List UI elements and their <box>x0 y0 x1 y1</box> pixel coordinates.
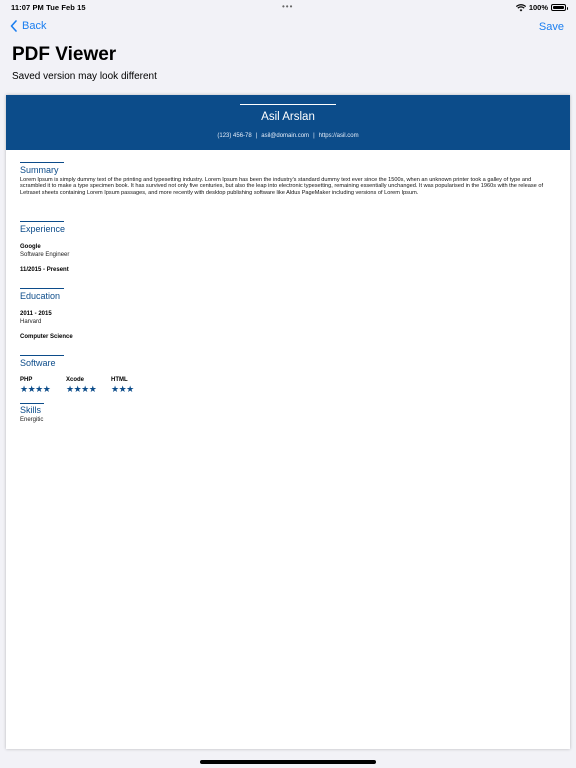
software-item-xcode: Xcode ★★★★ <box>66 377 97 395</box>
software-name: Xcode <box>66 377 85 383</box>
software-rule <box>20 355 64 356</box>
wifi-icon <box>515 3 526 11</box>
summary-title: Summary <box>20 165 59 175</box>
experience-dates: 11/2015 - Present <box>20 267 69 273</box>
software-item-html: HTML ★★★ <box>111 377 134 395</box>
status-time: 11:07 PM Tue Feb 15 <box>11 3 86 12</box>
back-button[interactable]: Back <box>10 20 46 32</box>
software-name: HTML <box>111 377 128 383</box>
star-rating-icon: ★★★★ <box>20 384 51 394</box>
experience-role: Software Engineer <box>20 252 70 258</box>
software-name: PHP <box>20 377 33 383</box>
education-school: Harvard <box>20 319 42 325</box>
experience-company: Google <box>20 244 41 250</box>
page-subtitle: Saved version may look different <box>12 71 157 82</box>
resume-phone: (123) 456-78 <box>217 133 252 139</box>
star-rating-icon: ★★★ <box>111 384 134 394</box>
resume-contacts: (123) 456-78 | asil@domain.com | https://asi… <box>217 133 359 139</box>
summary-text: Lorem Ipsum is simply dummy text of the … <box>20 177 543 196</box>
skills-rule <box>20 403 44 404</box>
chevron-left-icon <box>10 20 17 32</box>
resume-name: Asil Arslan <box>261 111 315 123</box>
experience-title: Experience <box>20 224 66 234</box>
software-item-php: PHP ★★★★ <box>20 377 51 395</box>
back-label: Back <box>22 20 47 32</box>
status-right: 100% <box>515 3 568 12</box>
education-rule <box>20 288 64 289</box>
pdf-document[interactable]: Asil Arslan (123) 456-78 | asil@domain.com… <box>6 95 570 749</box>
header-divider <box>240 104 336 105</box>
education-title: Education <box>20 291 61 301</box>
education-field: Computer Science <box>20 334 73 340</box>
save-button[interactable]: Save <box>539 21 564 33</box>
resume-website: https://asil.com <box>318 133 359 139</box>
home-indicator[interactable] <box>200 760 376 764</box>
skills-title: Skills <box>20 405 42 415</box>
battery-icon <box>551 4 568 11</box>
status-bar: 11:07 PM Tue Feb 15 ••• 100% <box>0 0 576 16</box>
skills-text: Energitic <box>20 417 44 423</box>
battery-percent: 100% <box>528 3 548 12</box>
summary-rule <box>20 162 64 163</box>
multitasking-dots-icon[interactable]: ••• <box>282 2 293 11</box>
resume-email: asil@domain.com <box>261 133 310 139</box>
experience-rule <box>20 221 64 222</box>
page-title: PDF Viewer <box>12 44 117 65</box>
star-rating-icon: ★★★★ <box>66 384 97 394</box>
education-dates: 2011 - 2015 <box>20 311 52 317</box>
resume-header: Asil Arslan (123) 456-78 | asil@domain.com… <box>6 95 570 150</box>
software-title: Software <box>20 358 56 368</box>
